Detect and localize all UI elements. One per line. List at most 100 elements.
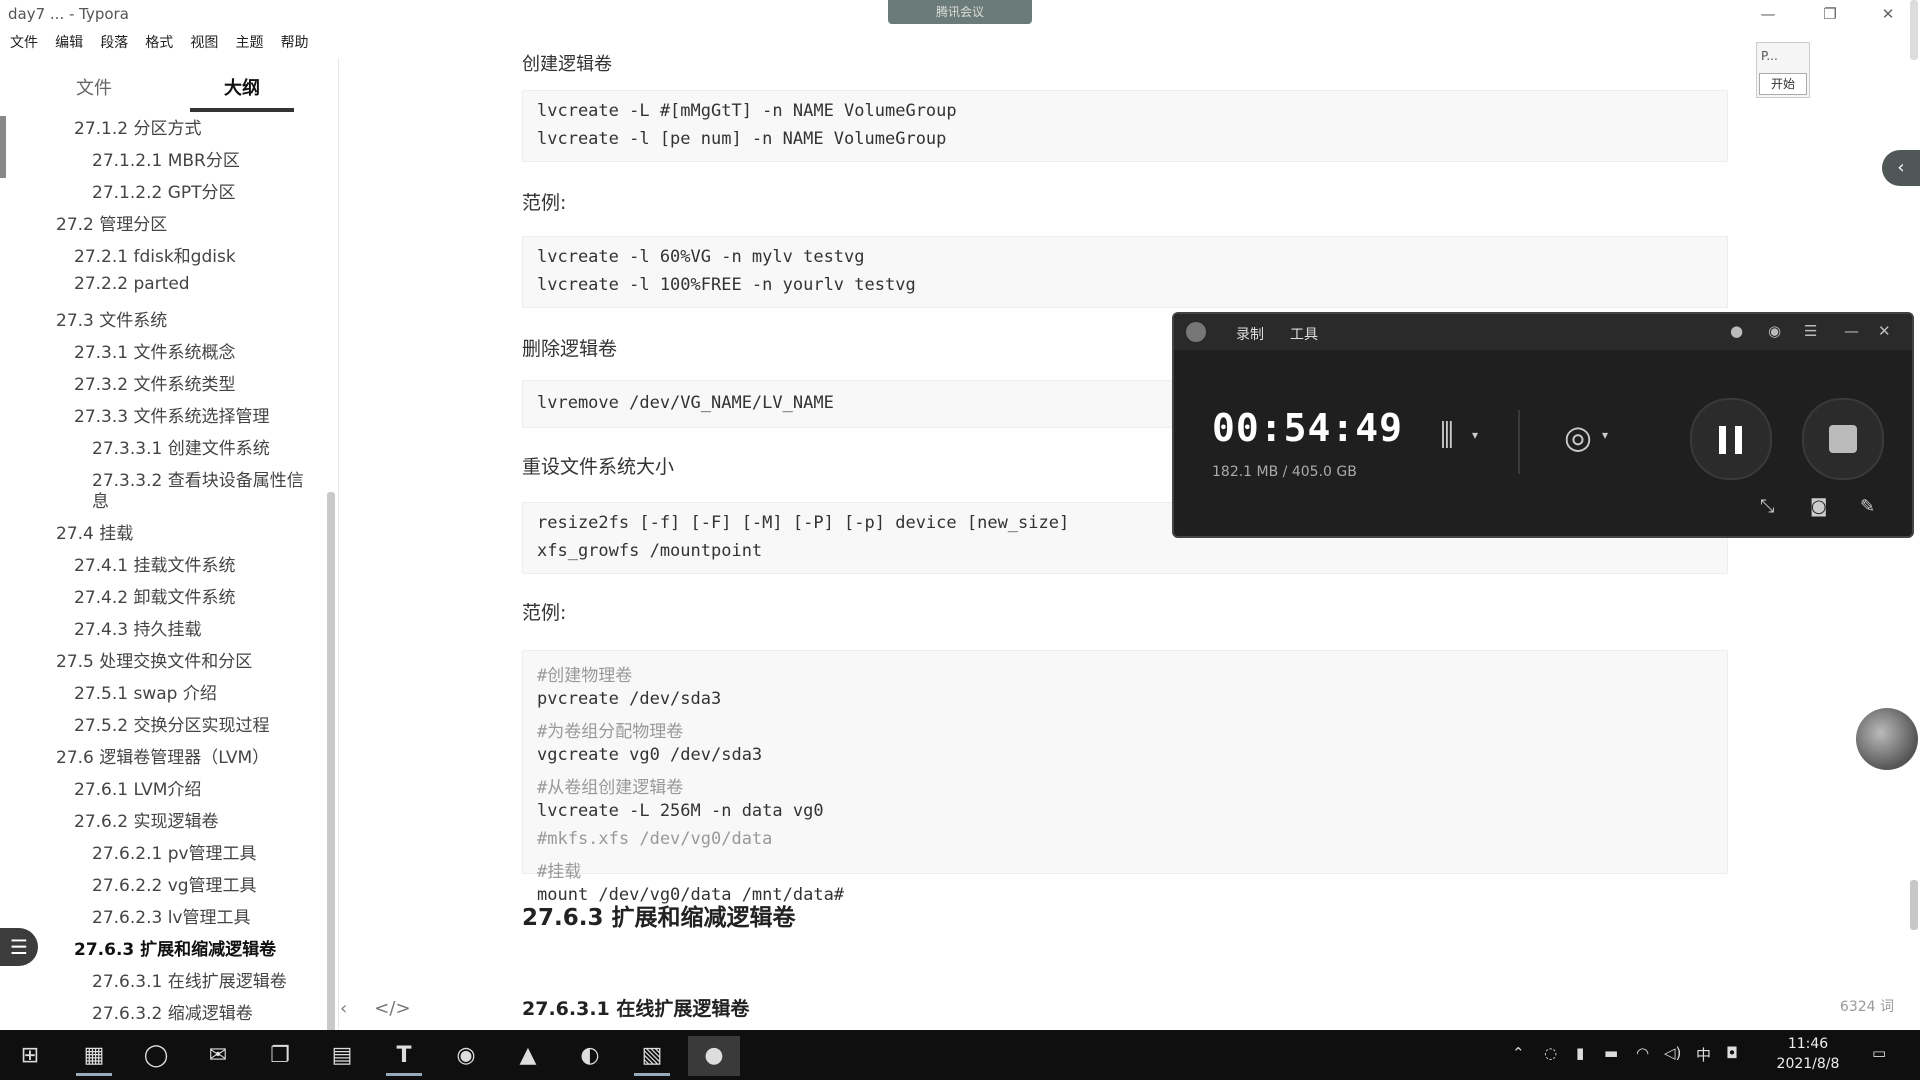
typora-icon[interactable]: T — [378, 1036, 430, 1076]
code-block[interactable]: lvcreate -l 60%VG -n mylv testvg lvcreat… — [522, 236, 1728, 308]
maximize-button[interactable]: ❐ — [1808, 2, 1852, 26]
recorder-tab-record[interactable]: 录制 — [1236, 324, 1264, 344]
taskview-icon[interactable]: ❐ — [254, 1036, 306, 1076]
start-icon[interactable]: ⊞ — [4, 1036, 56, 1076]
wechat-icon[interactable]: ✉ — [192, 1036, 244, 1076]
meeting-tab[interactable]: 腾讯会议 — [888, 0, 1032, 24]
menu-icon[interactable]: ☰ — [1804, 322, 1817, 340]
outline-item[interactable]: 27.5.1 swap 介绍 — [74, 679, 217, 704]
outline-item[interactable]: 27.3.3.2 查看块设备属性信 — [92, 466, 304, 491]
outline-item[interactable]: 27.6.3 扩展和缩减逻辑卷 — [74, 935, 276, 960]
code-comment: #为卷组分配物理卷 — [537, 722, 684, 742]
outline-item[interactable]: 27.3.2 文件系统类型 — [74, 370, 235, 395]
network-icon[interactable]: ◌ — [1544, 1044, 1557, 1062]
outline-item[interactable]: 27.3.1 文件系统概念 — [74, 338, 235, 363]
outline-item[interactable]: 27.4.1 挂载文件系统 — [74, 551, 235, 576]
code-block[interactable]: lvcreate -L #[mMgGtT] -n NAME VolumeGrou… — [522, 90, 1728, 162]
menu-format[interactable]: 格式 — [143, 30, 175, 54]
clock[interactable]: 11:46 2021/8/8 — [1760, 1034, 1856, 1074]
mini-widget: P... 开始 — [1756, 42, 1810, 98]
qq-tray-icon[interactable]: ◘ — [1726, 1044, 1738, 1062]
code-comment: #mkfs.xfs /dev/vg0/data — [537, 829, 773, 849]
outline-item[interactable]: 27.6.3.2 缩减逻辑卷 — [92, 999, 253, 1024]
outline-item[interactable]: 27.6.2 实现逻辑卷 — [74, 807, 218, 832]
chevron-down-icon[interactable]: ▾ — [1472, 428, 1478, 442]
recorder-icon[interactable]: ● — [688, 1036, 740, 1076]
editor-scrollbar[interactable] — [1910, 880, 1918, 930]
menu-file[interactable]: 文件 — [8, 30, 40, 54]
editor-scrollbar-top[interactable] — [1910, 0, 1918, 60]
collapse-sidebar-icon[interactable]: ‹ — [340, 998, 347, 1019]
media-icon[interactable]: ◉ — [440, 1036, 492, 1076]
menu-view[interactable]: 视图 — [188, 30, 220, 54]
gallery-icon[interactable]: ▲ — [502, 1036, 554, 1076]
outline-item[interactable]: 27.2.2 parted — [74, 274, 190, 294]
browser-icon[interactable]: ◯ — [130, 1036, 182, 1076]
recorder-titlebar: 录制 工具 ● ◉ ☰ — ✕ — [1174, 314, 1912, 350]
qq-icon[interactable]: ◐ — [564, 1036, 616, 1076]
outline-item[interactable]: 27.1.2.2 GPT分区 — [92, 178, 236, 203]
user-icon[interactable]: ● — [1730, 322, 1743, 340]
outline-item[interactable]: 27.2 管理分区 — [56, 210, 167, 235]
outline-item[interactable]: 27.4.3 持久挂载 — [74, 615, 201, 640]
minimize-button[interactable]: — — [1746, 2, 1790, 26]
screenshot-icon[interactable]: ◙ — [1810, 496, 1827, 517]
avatar[interactable] — [1856, 708, 1918, 770]
outline-item[interactable]: 27.6.2.3 lv管理工具 — [92, 903, 250, 928]
menu-paragraph[interactable]: 段落 — [98, 30, 130, 54]
outline-item[interactable]: 27.4.2 卸载文件系统 — [74, 583, 235, 608]
outline-item[interactable]: 27.6.3.1 在线扩展逻辑卷 — [92, 967, 287, 992]
audio-wave-icon[interactable]: ⫼ — [1440, 418, 1454, 453]
outline-item[interactable]: 27.1.2.1 MBR分区 — [92, 146, 240, 171]
notification-icon[interactable]: ▭ — [1872, 1044, 1886, 1062]
outline-item[interactable]: 27.5.2 交换分区实现过程 — [74, 711, 269, 736]
settings-icon[interactable]: ◉ — [1768, 322, 1781, 340]
battery-icon[interactable]: ▬ — [1604, 1044, 1618, 1062]
menu-theme[interactable]: 主题 — [233, 30, 265, 54]
sidebar-scrollbar[interactable] — [327, 492, 335, 1032]
volume-icon[interactable]: ◁) — [1664, 1044, 1681, 1062]
close-icon[interactable]: ✕ — [1878, 322, 1891, 340]
source-code-mode-icon[interactable]: </> — [374, 998, 410, 1019]
camera-source-icon[interactable]: ◎ — [1564, 418, 1592, 456]
explorer-icon[interactable]: ▤ — [316, 1036, 368, 1076]
minimize-icon[interactable]: — — [1844, 322, 1859, 340]
code-line: lvcreate -l [pe num] -n NAME VolumeGroup — [537, 129, 947, 149]
chevron-up-icon[interactable]: ⌃ — [1512, 1044, 1525, 1062]
outline-item[interactable]: 27.1.2 分区方式 — [74, 114, 201, 139]
outline-item[interactable]: 27.5 处理交换文件和分区 — [56, 647, 252, 672]
outline-item-continued[interactable]: 息 — [92, 487, 109, 512]
word-count[interactable]: 6324 词 — [1840, 996, 1894, 1016]
recorder-tab-tools[interactable]: 工具 — [1290, 324, 1318, 344]
code-block[interactable]: #创建物理卷 pvcreate /dev/sda3 #为卷组分配物理卷 vgcreat… — [522, 650, 1728, 905]
tab-files[interactable]: 文件 — [76, 74, 112, 100]
outline-item[interactable]: 27.6 逻辑卷管理器（LVM） — [56, 743, 269, 768]
outline-item[interactable]: 27.6.1 LVM介绍 — [74, 775, 201, 800]
expand-panel-icon[interactable]: ‹ — [1882, 150, 1920, 186]
chevron-down-icon[interactable]: ▾ — [1602, 428, 1608, 442]
start-button[interactable]: 开始 — [1759, 73, 1807, 95]
outline-item[interactable]: 27.4 挂载 — [56, 519, 133, 544]
outline-item[interactable]: 27.3.3.1 创建文件系统 — [92, 434, 270, 459]
outline-item[interactable]: 27.6.2.1 pv管理工具 — [92, 839, 257, 864]
outline-item[interactable]: 27.6.2.2 vg管理工具 — [92, 871, 257, 896]
close-button[interactable]: ✕ — [1866, 2, 1910, 26]
outline-item[interactable]: 27.2.1 fdisk和gdisk — [74, 242, 236, 267]
outline-toggle-icon[interactable]: ☰ — [0, 928, 38, 966]
outline-item[interactable]: 27.3 文件系统 — [56, 306, 167, 331]
photos-icon[interactable]: ▦ — [68, 1036, 120, 1076]
wifi-icon[interactable]: ◠ — [1636, 1044, 1649, 1062]
editor[interactable]: 创建逻辑卷 lvcreate -L #[mMgGtT] -n NAME Volu… — [340, 54, 1920, 1030]
pause-button[interactable] — [1690, 398, 1772, 480]
ime-indicator[interactable]: 中 — [1696, 1044, 1711, 1065]
picture-icon[interactable]: ▧ — [626, 1036, 678, 1076]
menu-help[interactable]: 帮助 — [279, 30, 311, 54]
outline-item[interactable]: 27.3.3 文件系统选择管理 — [74, 402, 269, 427]
microphone-icon[interactable]: ▮ — [1576, 1044, 1584, 1062]
tab-outline[interactable]: 大纲 — [224, 74, 260, 100]
pen-icon[interactable]: ✎ — [1860, 496, 1875, 517]
menu-edit[interactable]: 编辑 — [53, 30, 85, 54]
shrink-icon[interactable]: ⤡ — [1760, 496, 1774, 517]
stop-button[interactable] — [1802, 398, 1884, 480]
window-title: day7 ... - Typora — [8, 5, 129, 23]
